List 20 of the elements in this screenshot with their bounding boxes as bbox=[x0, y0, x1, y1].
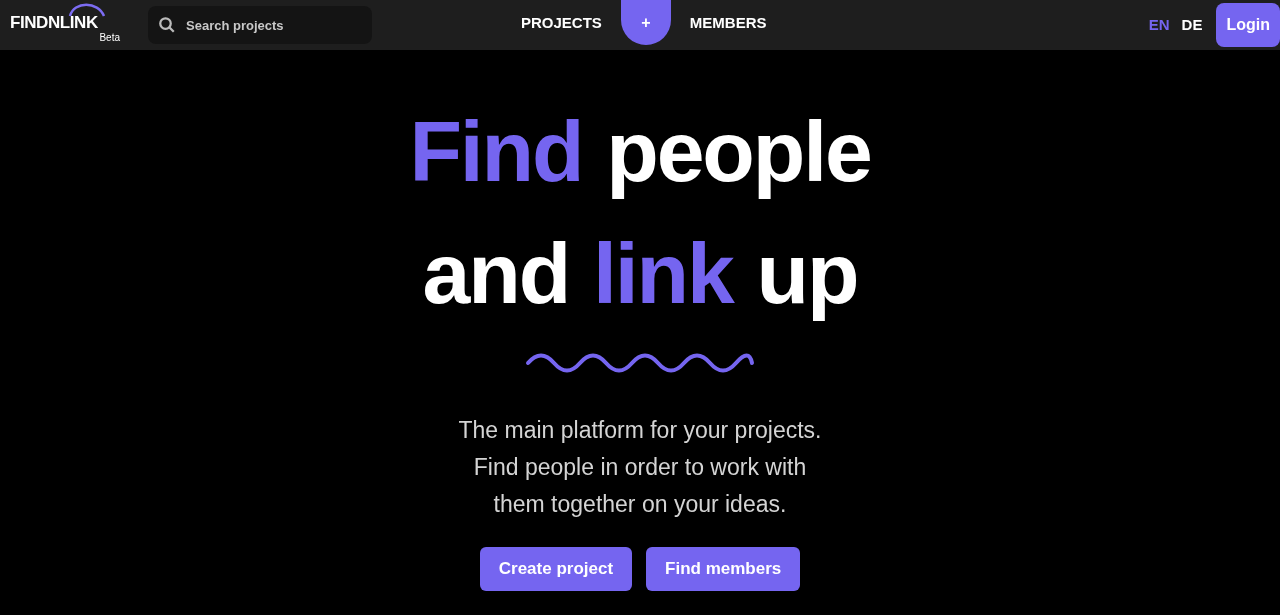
nav-link[interactable]: MEMBERS bbox=[689, 0, 767, 46]
headline-word: link bbox=[593, 224, 733, 323]
beta-label: Beta bbox=[99, 32, 120, 43]
cta-button[interactable]: Find members bbox=[646, 547, 801, 591]
nav-link[interactable]: PROJECTS bbox=[521, 0, 602, 46]
subtitle-line: Find people in order to work with bbox=[473, 453, 807, 482]
login-button[interactable]: Login bbox=[1216, 3, 1280, 47]
cta-button[interactable]: Create project bbox=[479, 547, 633, 591]
headline-word: up bbox=[756, 224, 858, 323]
headline-word: Find bbox=[409, 102, 583, 201]
headline-word: people bbox=[606, 102, 871, 201]
add-button[interactable]: + bbox=[620, 0, 671, 45]
subtitle-line: The main platform for your projects. bbox=[458, 416, 822, 445]
headline-word: and bbox=[422, 224, 570, 323]
logo-text: FINDNLINK bbox=[10, 13, 99, 31]
language-option[interactable]: DE bbox=[1181, 13, 1203, 37]
language-option[interactable]: EN bbox=[1148, 13, 1170, 37]
logo-swoosh-icon bbox=[68, 3, 108, 17]
search-field[interactable]: Search projects bbox=[148, 6, 372, 44]
subtitle-line: them together on your ideas. bbox=[493, 490, 787, 519]
